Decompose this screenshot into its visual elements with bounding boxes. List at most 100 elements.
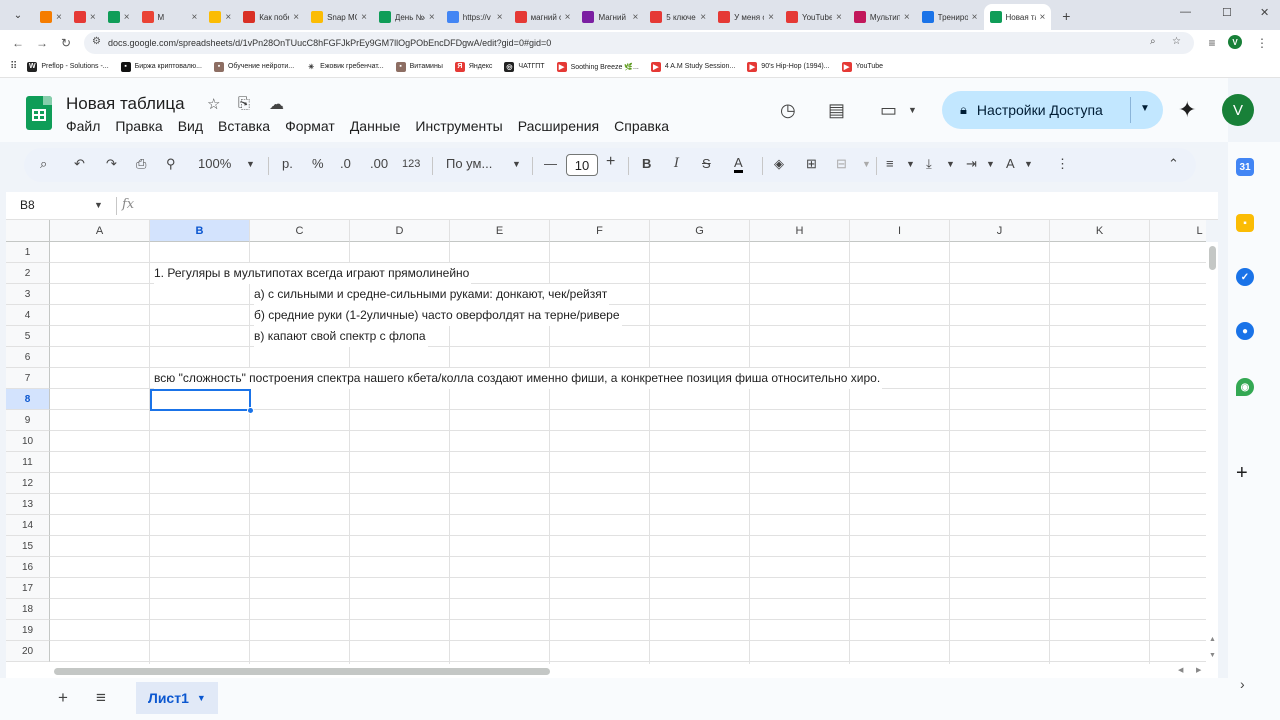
version-history-icon[interactable]: ◷	[780, 100, 796, 121]
add-sheet-icon[interactable]: +	[58, 688, 68, 708]
apps-grid-icon[interactable]: ⠿	[10, 61, 17, 72]
tab-close-icon[interactable]: ×	[192, 12, 198, 23]
browser-tab[interactable]: Магний и ×	[576, 4, 644, 30]
zoom-select[interactable]: 100%	[198, 156, 231, 171]
browser-menu-icon[interactable]: ⋮	[1250, 32, 1274, 54]
cell-text[interactable]: в) капают свой спектр с флопа	[254, 326, 428, 347]
name-box[interactable]: B8	[20, 198, 35, 212]
column-header[interactable]: D	[350, 220, 450, 242]
column-header[interactable]: L	[1150, 220, 1206, 242]
row-header[interactable]: 7	[6, 368, 50, 389]
text-rotation-icon[interactable]: A	[1006, 156, 1015, 171]
undo-icon[interactable]: ↶	[74, 156, 85, 172]
back-arrow-icon[interactable]: ←	[6, 32, 30, 54]
tab-close-icon[interactable]: ×	[836, 12, 842, 23]
bookmark-item[interactable]: W Preflop - Solutions -...	[27, 61, 109, 72]
row-header[interactable]: 3	[6, 284, 50, 305]
browser-tab[interactable]: ×	[68, 4, 102, 30]
tab-search-chevron-icon[interactable]: ⌄	[6, 3, 30, 27]
search-menus-icon[interactable]: ⌕	[40, 156, 47, 172]
keep-icon[interactable]: ▪	[1236, 214, 1254, 232]
tab-close-icon[interactable]: ×	[361, 12, 367, 23]
strikethrough-icon[interactable]: S	[702, 156, 711, 171]
row-header[interactable]: 4	[6, 305, 50, 326]
tab-close-icon[interactable]: ×	[632, 12, 638, 23]
maximize-icon[interactable]: ☐	[1222, 6, 1232, 19]
menu-item[interactable]: Справка	[614, 118, 669, 134]
selected-cell-b8[interactable]	[150, 389, 251, 411]
row-header[interactable]: 9	[6, 410, 50, 431]
browser-tab[interactable]: У меня о ×	[712, 4, 780, 30]
bookmark-item[interactable]: ✳ Ежовик гребенчат...	[306, 61, 384, 72]
cell-text[interactable]: всю "сложность" построения спектра нашег…	[154, 368, 883, 389]
maps-icon[interactable]: ◉	[1236, 378, 1254, 396]
column-header[interactable]: F	[550, 220, 650, 242]
vertical-scroll-thumb[interactable]	[1209, 246, 1216, 270]
row-header[interactable]: 6	[6, 347, 50, 368]
browser-tab[interactable]: Новая та ×	[983, 4, 1052, 30]
row-header[interactable]: 11	[6, 452, 50, 473]
tab-close-icon[interactable]: ×	[293, 12, 299, 23]
menu-item[interactable]: Данные	[350, 118, 401, 134]
cell-text[interactable]: а) с сильными и средне-сильными руками: …	[254, 284, 610, 305]
tab-close-icon[interactable]: ×	[429, 12, 435, 23]
close-window-icon[interactable]: ✕	[1260, 6, 1269, 19]
menu-item[interactable]: Файл	[66, 118, 100, 134]
font-size-input[interactable]: 10	[566, 154, 598, 176]
decrease-font-size-icon[interactable]: —	[544, 156, 557, 171]
browser-tab[interactable]: ×	[203, 4, 237, 30]
tab-close-icon[interactable]: ×	[225, 12, 231, 23]
tab-close-icon[interactable]: ×	[768, 12, 774, 23]
cell-text[interactable]: 1. Регуляры в мультипотах всегда играют …	[154, 263, 472, 284]
comments-icon[interactable]: ▤	[828, 100, 845, 121]
column-header[interactable]: A	[50, 220, 150, 242]
column-header[interactable]: H	[750, 220, 850, 242]
bookmark-item[interactable]: ◎ ЧАТГПТ	[504, 61, 545, 72]
scroll-right-arrow[interactable]: ▶	[1196, 666, 1201, 674]
valign-dropdown-icon[interactable]: ▼	[946, 159, 955, 169]
increase-font-size-icon[interactable]: +	[606, 153, 615, 171]
sheets-logo-icon[interactable]	[26, 96, 52, 130]
print-icon[interactable]: ⎙	[136, 156, 146, 172]
browser-tab[interactable]: https://v ×	[441, 4, 509, 30]
row-header[interactable]: 1	[6, 242, 50, 263]
gemini-sparkle-icon[interactable]: ✦	[1178, 97, 1196, 123]
tab-close-icon[interactable]: ×	[972, 12, 978, 23]
row-header[interactable]: 10	[6, 431, 50, 452]
all-sheets-icon[interactable]: ≡	[96, 688, 106, 708]
font-family-select[interactable]: По ум...	[446, 156, 492, 171]
tab-close-icon[interactable]: ×	[565, 12, 571, 23]
column-header[interactable]: C	[250, 220, 350, 242]
row-header[interactable]: 18	[6, 599, 50, 620]
column-header[interactable]: J	[950, 220, 1050, 242]
bookmark-item[interactable]: ▪ Обучение нейроти...	[213, 61, 294, 72]
row-header[interactable]: 20	[6, 641, 50, 662]
tasks-icon[interactable]: ✓	[1236, 268, 1254, 286]
show-side-panel-chevron-icon[interactable]: ›	[1240, 676, 1245, 692]
browser-tab[interactable]: День №4 ×	[373, 4, 441, 30]
user-avatar[interactable]: V	[1222, 94, 1254, 126]
meet-dropdown-icon[interactable]: ▼	[908, 105, 917, 115]
move-folder-icon[interactable]: ⎘	[238, 95, 250, 112]
menu-item[interactable]: Формат	[285, 118, 335, 134]
horizontal-scrollbar[interactable]: ◀ ▶	[6, 664, 1218, 678]
more-tools-icon[interactable]: ⋮	[1056, 156, 1069, 172]
fill-color-icon[interactable]: ◈	[774, 156, 784, 172]
select-all-corner[interactable]	[6, 220, 50, 242]
tab-close-icon[interactable]: ×	[700, 12, 706, 23]
scroll-up-arrow[interactable]: ▲	[1209, 636, 1216, 643]
menu-item[interactable]: Вставка	[218, 118, 270, 134]
bookmark-item[interactable]: ▪ Биржа криптовалю...	[120, 61, 202, 72]
text-wrap-icon[interactable]: ⇥	[966, 156, 977, 172]
new-tab-plus-icon[interactable]: +	[1055, 5, 1077, 27]
vertical-align-icon[interactable]: ⤓	[926, 156, 932, 172]
redo-icon[interactable]: ↷	[106, 156, 117, 172]
row-header[interactable]: 5	[6, 326, 50, 347]
tab-close-icon[interactable]: ×	[904, 12, 910, 23]
merge-dropdown-icon[interactable]: ▼	[862, 159, 871, 169]
menu-item[interactable]: Вид	[178, 118, 203, 134]
row-header[interactable]: 13	[6, 494, 50, 515]
tab-close-icon[interactable]: ×	[56, 12, 62, 23]
menu-item[interactable]: Инструменты	[415, 118, 502, 134]
row-header[interactable]: 14	[6, 515, 50, 536]
